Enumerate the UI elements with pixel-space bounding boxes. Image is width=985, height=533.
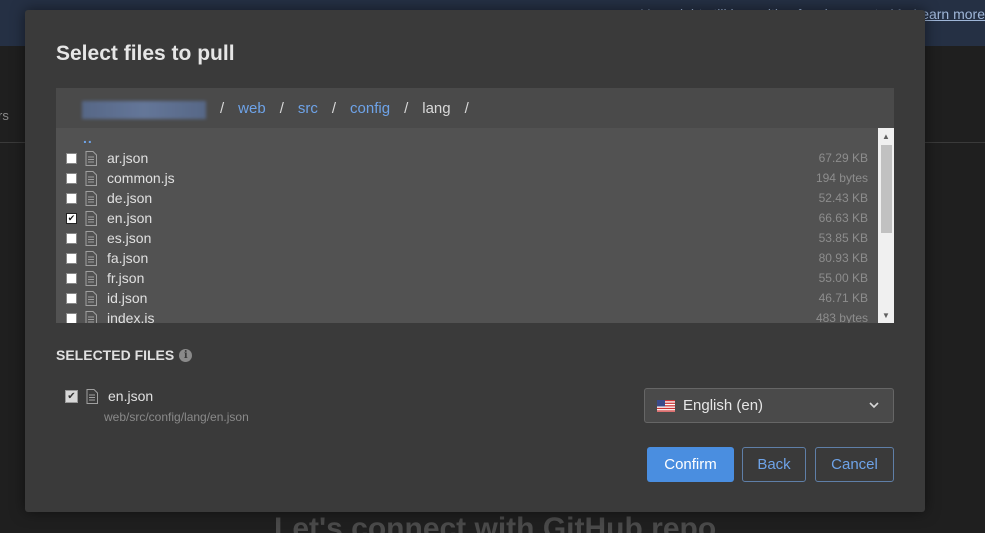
- file-browser: / web / src / config / lang / .. ar.json…: [56, 88, 894, 323]
- file-icon: [85, 270, 97, 286]
- file-row[interactable]: common.js 194 bytes: [56, 168, 878, 188]
- language-select-value: English (en): [683, 397, 764, 414]
- file-checkbox[interactable]: [66, 172, 77, 184]
- file-size: 80.93 KB: [818, 251, 868, 265]
- file-name: en.json: [107, 210, 153, 226]
- file-name: id.json: [107, 290, 148, 306]
- file-size: 67.29 KB: [818, 151, 868, 165]
- background-side-text: rs: [0, 108, 9, 123]
- modal-title: Select files to pull: [56, 42, 235, 65]
- cancel-button[interactable]: Cancel: [815, 447, 894, 482]
- breadcrumb-item-lang: lang: [422, 99, 451, 117]
- scroll-down-arrow-icon[interactable]: ▼: [878, 307, 894, 323]
- background-heading: Let's connect with GitHub repo: [274, 512, 717, 533]
- file-name: index.js: [107, 310, 155, 323]
- file-icon: [85, 250, 97, 266]
- parent-directory-link[interactable]: ..: [83, 130, 93, 146]
- selected-file-path: web/src/config/lang/en.json: [104, 410, 249, 424]
- chevron-down-icon: [869, 402, 879, 409]
- file-icon: [85, 230, 97, 246]
- file-icon: [85, 150, 97, 166]
- selected-file-row: ✔ en.json: [65, 388, 153, 404]
- file-checkbox[interactable]: [66, 312, 77, 323]
- file-size: 55.00 KB: [818, 271, 868, 285]
- selected-file-checkbox[interactable]: ✔: [65, 389, 78, 403]
- file-size: 46.71 KB: [818, 291, 868, 305]
- file-row[interactable]: es.json 53.85 KB: [56, 228, 878, 248]
- breadcrumb: / web / src / config / lang /: [56, 88, 894, 128]
- file-size: 66.63 KB: [818, 211, 868, 225]
- selected-files-heading: SELECTED FILES i: [56, 347, 193, 363]
- confirm-button[interactable]: Confirm: [647, 447, 734, 482]
- file-name: de.json: [107, 190, 153, 206]
- breadcrumb-separator: /: [331, 99, 337, 117]
- scroll-up-arrow-icon[interactable]: ▲: [878, 128, 894, 144]
- file-row[interactable]: en.json 66.63 KB: [56, 208, 878, 228]
- breadcrumb-repo-link-redacted[interactable]: [82, 101, 206, 119]
- breadcrumb-item-src[interactable]: src: [298, 100, 318, 117]
- select-files-modal: Select files to pull / web / src / confi…: [25, 10, 925, 512]
- info-icon[interactable]: i: [179, 348, 193, 362]
- file-row[interactable]: de.json 52.43 KB: [56, 188, 878, 208]
- file-checkbox[interactable]: [66, 212, 77, 224]
- breadcrumb-separator: /: [404, 99, 409, 117]
- file-checkbox[interactable]: [66, 192, 77, 204]
- selected-files-label: SELECTED FILES: [56, 347, 175, 363]
- file-checkbox[interactable]: [66, 152, 77, 164]
- file-checkbox[interactable]: [66, 232, 77, 244]
- selected-file-name: en.json: [108, 388, 154, 404]
- breadcrumb-item-config[interactable]: config: [350, 100, 390, 117]
- file-name: common.js: [107, 170, 175, 186]
- file-list-scrollbar[interactable]: ▲ ▼: [878, 128, 894, 323]
- file-name: ar.json: [107, 150, 149, 166]
- file-row[interactable]: id.json 46.71 KB: [56, 288, 878, 308]
- file-checkbox[interactable]: [66, 292, 77, 304]
- file-row[interactable]: fa.json 80.93 KB: [56, 248, 878, 268]
- file-icon: [85, 310, 97, 323]
- file-icon: [85, 190, 97, 206]
- file-checkbox[interactable]: [66, 272, 77, 284]
- breadcrumb-separator: /: [464, 99, 469, 117]
- us-flag-icon: [657, 399, 675, 412]
- breadcrumb-item-web[interactable]: web: [238, 100, 266, 117]
- file-icon: [85, 170, 97, 186]
- breadcrumb-separator: /: [279, 99, 284, 117]
- back-button[interactable]: Back: [742, 447, 806, 482]
- file-row[interactable]: fr.json 55.00 KB: [56, 268, 878, 288]
- file-name: fr.json: [107, 270, 145, 286]
- file-icon: [85, 210, 97, 226]
- file-size: 53.85 KB: [818, 231, 868, 245]
- file-size: 483 bytes: [815, 311, 868, 323]
- file-size: 52.43 KB: [818, 191, 868, 205]
- file-checkbox[interactable]: [66, 252, 77, 264]
- file-row[interactable]: index.js 483 bytes: [56, 308, 878, 323]
- breadcrumb-separator: /: [220, 99, 225, 117]
- file-row[interactable]: ar.json 67.29 KB: [56, 148, 878, 168]
- language-select[interactable]: English (en): [644, 388, 894, 423]
- file-icon: [86, 388, 98, 404]
- file-icon: [85, 290, 97, 306]
- file-size: 194 bytes: [815, 171, 868, 185]
- file-name: fa.json: [107, 250, 149, 266]
- file-name: es.json: [107, 230, 152, 246]
- file-list: .. ar.json 67.29 KB common.js 194 bytes de.j…: [56, 128, 878, 323]
- scroll-thumb[interactable]: [881, 145, 892, 233]
